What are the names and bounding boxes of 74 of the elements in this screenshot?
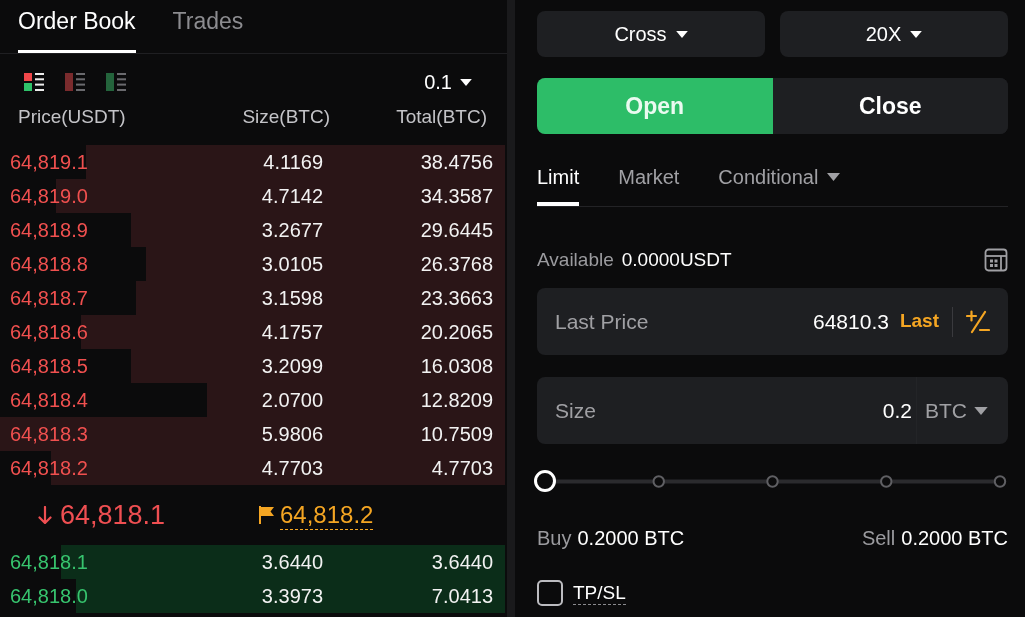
total-cell-text: 4.7703 [430, 456, 493, 481]
calculator-icon[interactable] [984, 248, 1008, 272]
plus-minus-icon[interactable] [966, 309, 990, 334]
slider-thumb[interactable] [534, 470, 556, 492]
leverage-dropdown[interactable]: 20X [780, 11, 1008, 57]
total-cell-text: 26.3768 [419, 252, 493, 277]
size-cell-text: 5.9806 [260, 422, 323, 447]
precision-dropdown[interactable]: 0.1 [424, 67, 472, 97]
total-cell-text: 23.3663 [419, 286, 493, 311]
size-cell-text: 3.3973 [260, 584, 323, 609]
size-cell-text: 3.2099 [260, 354, 323, 379]
column-header: Price(USDT) [18, 104, 127, 129]
order-type-tab[interactable]: Conditional [718, 156, 841, 206]
size-input-field[interactable]: Size 0.2 BTC [537, 377, 1008, 444]
size-cell-text: 3.2677 [260, 218, 323, 243]
panel-tab[interactable]: Trades [172, 0, 244, 53]
price-cell-text: 64,818.9 [10, 218, 89, 243]
max-sell-label: Sell [861, 526, 896, 551]
size-cell-text: 3.0105 [260, 252, 323, 277]
flag-icon [258, 506, 275, 524]
field-label: Last Price [555, 308, 649, 335]
column-header: Size(BTC) [241, 104, 330, 129]
total-cell-text: 7.0413 [430, 584, 493, 609]
total-cell-text: 34.3587 [419, 184, 493, 209]
price-cell-text: 64,818.4 [10, 388, 89, 413]
total-cell-text: 3.6440 [430, 550, 493, 575]
price-cell-text: 64,818.0 [10, 584, 89, 609]
margin-mode-dropdown[interactable]: Cross [537, 11, 765, 57]
max-buy-label: Buy [537, 526, 572, 551]
price-cell-text: 64,818.2 [10, 456, 89, 481]
total-cell-text: 12.8209 [419, 388, 493, 413]
last-price: 64,818.1 [60, 498, 166, 532]
total-cell-text: 38.4756 [419, 150, 493, 175]
price-cell-text: 64,819.0 [10, 184, 89, 209]
price-cell-text: 64,818.7 [10, 286, 89, 311]
last-price-button[interactable]: Last [899, 307, 939, 336]
checkbox[interactable] [537, 580, 563, 606]
total-cell-text: 20.2065 [419, 320, 493, 345]
available-balance: 0.0000USDT [621, 247, 732, 272]
size-cell-text: 3.6440 [260, 550, 323, 575]
size-cell-text: 3.1598 [260, 286, 323, 311]
price-cell-text: 64,818.1 [10, 550, 89, 575]
order-type-tab[interactable]: Limit [537, 156, 580, 206]
price-cell-text: 64,819.1 [10, 150, 89, 175]
tp-sl-label[interactable]: TP/SL [573, 581, 626, 605]
size-value: 0.2 [882, 397, 912, 424]
price-input-field[interactable]: Last Price 64810.3 Last [537, 288, 1008, 355]
caret-icon [675, 30, 688, 38]
price-cell-text: 64,818.8 [10, 252, 89, 277]
total-cell-text: 16.0308 [419, 354, 493, 379]
price-value: 64810.3 [813, 308, 889, 335]
panel-tab[interactable]: Order Book [18, 0, 136, 53]
order-type-tab[interactable]: Market [618, 156, 680, 206]
caret-icon [974, 406, 988, 415]
total-cell-text: 29.6445 [419, 218, 493, 243]
size-cell-text: 4.7703 [260, 456, 323, 481]
field-label: Size [555, 397, 596, 424]
price-cell-text: 64,818.3 [10, 422, 89, 447]
total-cell-text: 10.7509 [419, 422, 493, 447]
caret-icon [910, 30, 923, 38]
caret-icon [460, 78, 472, 86]
size-cell-text: 4.1757 [260, 320, 323, 345]
list-layout-icon[interactable] [24, 73, 44, 91]
size-cell-text: 4.1169 [262, 150, 323, 175]
unit-dropdown[interactable]: BTC [925, 394, 988, 427]
price-cell-text: 64,818.5 [10, 354, 89, 379]
max-sell-value: 0.2000 BTC [901, 526, 1008, 551]
mark-price[interactable]: 64,818.2 [280, 500, 374, 530]
size-cell-text: 4.7142 [260, 184, 323, 209]
available-label: Available [537, 247, 614, 272]
size-cell-text: 2.0700 [260, 388, 323, 413]
max-buy-value: 0.2000 BTC [577, 526, 685, 551]
price-cell-text: 64,818.6 [10, 320, 89, 345]
column-header: Total(BTC) [395, 104, 487, 129]
